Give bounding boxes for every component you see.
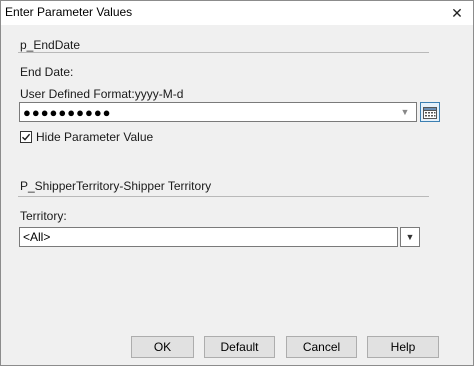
close-button[interactable]: ✕ [445, 2, 469, 24]
hide-value-option[interactable]: Hide Parameter Value [20, 130, 153, 144]
hide-value-checkbox[interactable] [20, 131, 32, 143]
title-bar: Enter Parameter Values ✕ [1, 1, 473, 25]
section-divider [18, 52, 429, 53]
hide-value-label: Hide Parameter Value [36, 130, 154, 144]
calendar-icon [423, 106, 437, 119]
enddate-field[interactable]: ▼ [19, 102, 417, 122]
enddate-label: End Date: [20, 65, 74, 79]
calendar-button[interactable] [420, 102, 440, 122]
chevron-down-icon: ▼ [405, 232, 415, 242]
territory-label: Territory: [20, 209, 67, 223]
enddate-dropdown-button[interactable]: ▼ [396, 103, 414, 121]
format-label: User Defined Format:yyyy-M-d [20, 87, 184, 101]
section-divider [18, 196, 429, 197]
territory-dropdown-button[interactable]: ▼ [400, 227, 420, 247]
territory-field[interactable] [19, 227, 398, 247]
default-button[interactable]: Default [204, 336, 275, 358]
help-button[interactable]: Help [367, 336, 439, 358]
close-icon: ✕ [451, 4, 463, 21]
ok-button[interactable]: OK [131, 336, 194, 358]
chevron-down-icon: ▼ [400, 107, 410, 117]
cancel-button[interactable]: Cancel [286, 336, 357, 358]
section-title-territory: P_ShipperTerritory-Shipper Territory [20, 179, 212, 193]
enddate-input[interactable] [20, 103, 383, 121]
check-icon [22, 133, 31, 141]
dialog-title: Enter Parameter Values [5, 5, 133, 19]
section-title-enddate: p_EndDate [20, 38, 81, 52]
parameter-dialog: Enter Parameter Values ✕ p_EndDate End D… [0, 0, 474, 366]
territory-input[interactable] [20, 228, 393, 246]
